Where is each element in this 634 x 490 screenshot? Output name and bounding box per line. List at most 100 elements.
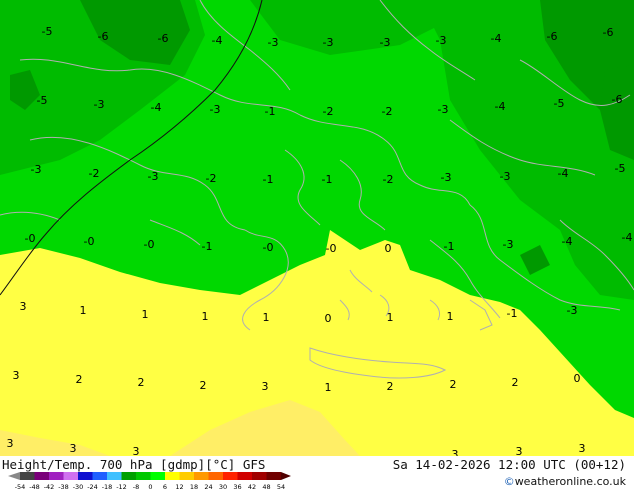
temperature-label: 3 [262,380,269,393]
temperature-label: -3 [567,304,578,317]
legend-swatch [165,472,180,480]
legend-tick-label: 24 [204,483,212,490]
legend-swatch [49,472,64,480]
temperature-label: 2 [450,378,457,391]
legend-swatch [252,472,267,480]
legend-tick-label: -48 [29,483,40,490]
temperature-label: -2 [206,172,217,185]
temperature-label: -0 [263,241,274,254]
legend-tick-label: -24 [87,483,98,490]
legend-tick-label: -12 [116,483,127,490]
temperature-label: 1 [202,310,209,323]
temperature-label: -4 [495,100,506,113]
temperature-label: 0 [385,242,392,255]
temperature-label: -3 [503,238,514,251]
legend-swatch [194,472,209,480]
legend-swatch [179,472,194,480]
temperature-label: -3 [323,36,334,49]
legend-tick-label: -38 [58,483,69,490]
temperature-label: -6 [98,30,109,43]
legend-swatch [121,472,136,480]
temperature-label: 0 [325,312,332,325]
temperature-label: -1 [202,240,213,253]
temperature-label: -3 [436,34,447,47]
temperature-label: -3 [438,103,449,116]
temperature-label: -3 [268,36,279,49]
legend-tick-label: 12 [175,483,183,490]
temperature-label: 3 [516,445,523,456]
temperature-label: -3 [441,171,452,184]
legend-tick-label: 6 [163,483,167,490]
legend-tick-label: 18 [190,483,198,490]
temperature-label: -6 [612,93,623,106]
temperature-label: -3 [31,163,42,176]
temperature-label: -0 [144,238,155,251]
legend-arrow-left [8,472,20,480]
credit-text: weatheronline.co.uk [514,475,626,488]
temperature-label: 1 [80,304,87,317]
legend-tick-label: -18 [102,483,113,490]
temperature-label: -2 [323,105,334,118]
temperature-label: 1 [447,310,454,323]
temperature-label: -3 [148,170,159,183]
temperature-label: -1 [265,105,276,118]
temperature-label: -1 [263,173,274,186]
temperature-label: -5 [554,97,565,110]
legend-arrow-right [281,472,291,480]
temperature-map: -5 -6 -6 -4 -3 -3 -3 -3 -4 -6 -6 -5 -3 -4 -3 -1 -2 -2 -3 -4… [0,0,634,456]
temperature-label: -3 [210,103,221,116]
temperature-label: -4 [558,167,569,180]
temperature-label: -4 [491,32,502,45]
legend-tick-label: 36 [233,483,241,490]
temperature-label: -3 [94,98,105,111]
temperature-label: -5 [42,25,53,38]
legend-swatch [266,472,281,480]
temperature-label: -4 [622,231,633,244]
temperature-label: 3 [70,442,77,455]
map-viewer: -5 -6 -6 -4 -3 -3 -3 -3 -4 -6 -6 -5 -3 -4 -3 -1 -2 -2 -3 -4… [0,0,634,490]
temperature-label: -4 [212,34,223,47]
temperature-label: 1 [387,311,394,324]
credit: ©weatheronline.co.uk [504,475,626,488]
temperature-label: 0 [574,372,581,385]
temperature-label: -3 [380,36,391,49]
temperature-label: -4 [151,101,162,114]
temperature-label: -1 [444,240,455,253]
temperature-label: 3 [20,300,27,313]
temperature-label: -6 [158,32,169,45]
temperature-label: -0 [25,232,36,245]
legend-tick-label: -42 [44,483,55,490]
legend-swatch [92,472,107,480]
legend-swatch [150,472,165,480]
temperature-label: 2 [138,376,145,389]
legend-tick-label: -30 [73,483,84,490]
temperature-label: -3 [500,170,511,183]
legend-swatch [136,472,151,480]
temperature-label: -2 [89,167,100,180]
temperature-label: -6 [603,26,614,39]
temperature-label: 1 [263,311,270,324]
temperature-label: -2 [382,105,393,118]
legend-swatch [34,472,49,480]
legend-swatch [223,472,238,480]
temperature-label: -1 [322,173,333,186]
copyright-symbol: © [503,475,515,488]
temperature-label: 1 [325,381,332,394]
legend-tick-label: 54 [277,483,285,490]
legend-tick-label: 48 [262,483,270,490]
chart-title-left: Height/Temp. 700 hPa [gdmp][°C] GFS [2,457,266,472]
temperature-label: 3 [452,448,459,456]
temperature-label: 2 [387,380,394,393]
legend-swatch [78,472,93,480]
temperature-label: -5 [615,162,626,175]
legend-ticks: -54 -48 -42 -38 -30 -24 -18 -12 -8 0 6 12 18 24 30 36 42… [15,483,285,490]
temperature-label: 3 [7,437,14,450]
legend-tick-label: -54 [15,483,26,490]
legend-tick-label: -8 [133,483,139,490]
temperature-label: 2 [76,373,83,386]
legend-tick-label: 0 [148,483,152,490]
legend-swatch [20,472,35,480]
temperature-label: 3 [133,445,140,456]
temperature-label: -5 [37,94,48,107]
temperature-label: -2 [383,173,394,186]
